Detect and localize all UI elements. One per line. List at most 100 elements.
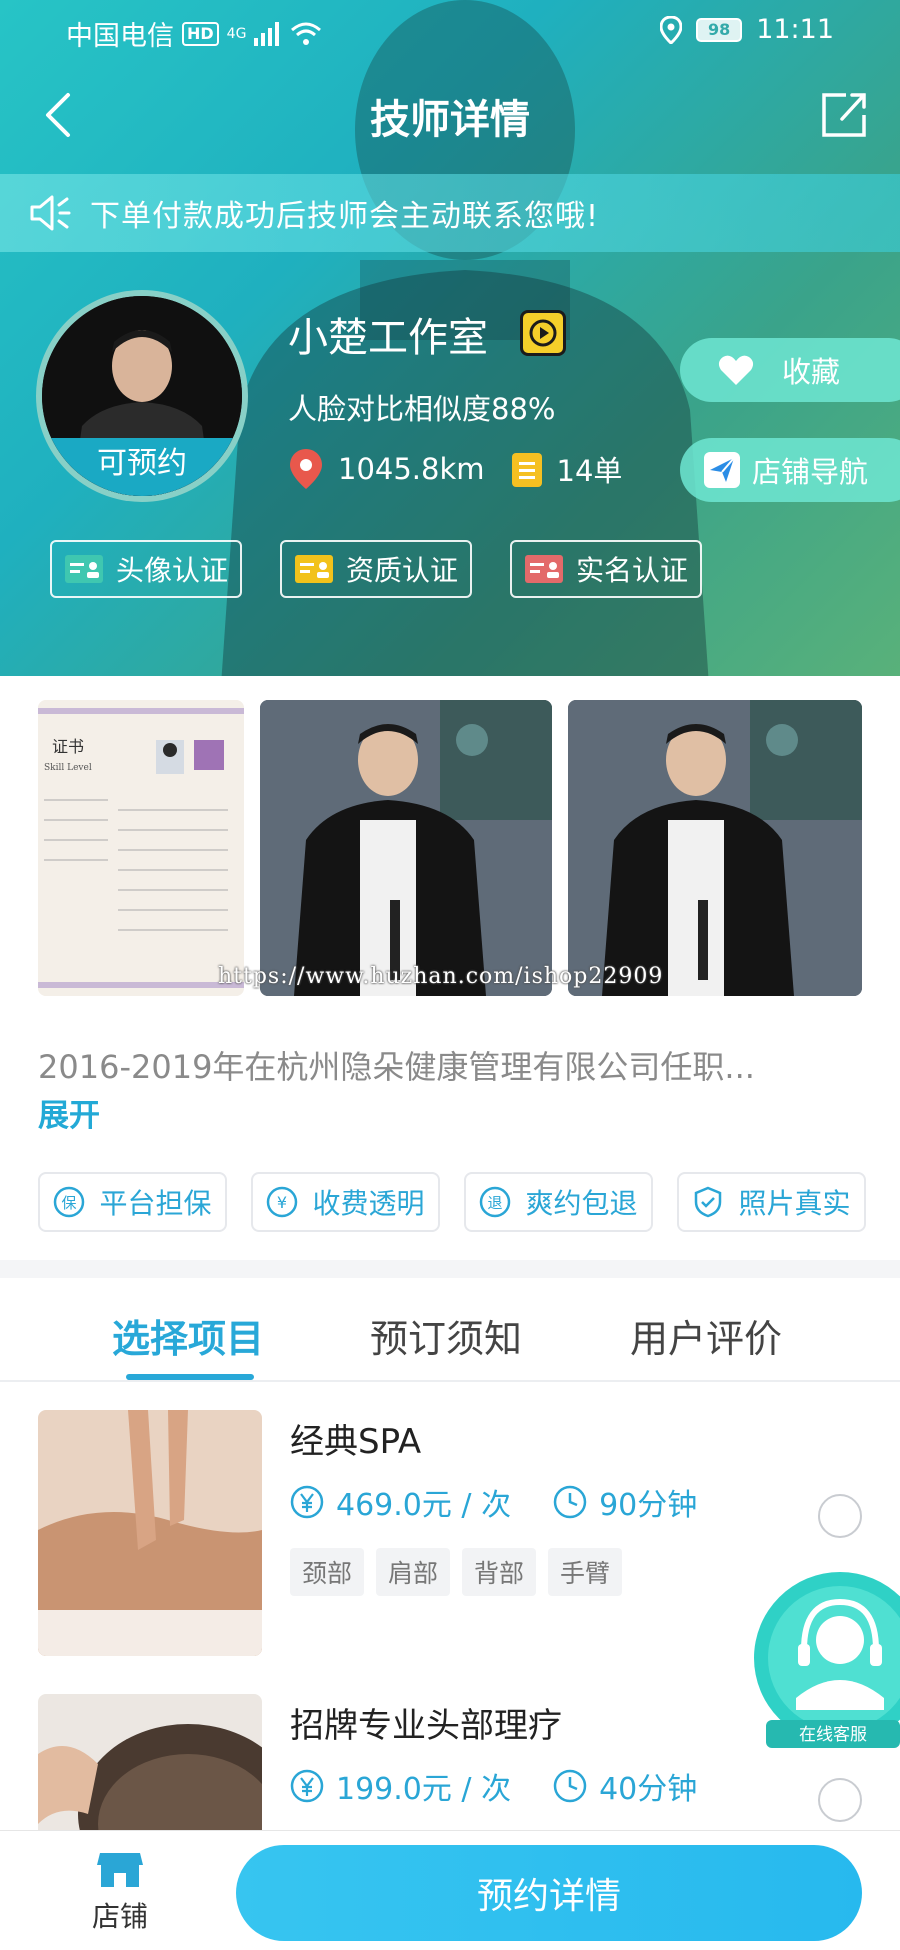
stats-row: 1045.8km 14单 (288, 448, 622, 490)
order-count: 14单 (556, 454, 623, 488)
certificate-photo[interactable]: 证书 Skill Level (38, 700, 244, 996)
service-duration: 90分钟 (599, 1488, 698, 1523)
navigation-plane-icon (704, 452, 740, 488)
clock: 11:11 (756, 14, 834, 45)
service-tags: 颈部 肩部 背部 手臂 (290, 1548, 623, 1596)
refund-icon: 退 (480, 1186, 511, 1218)
tab-bar: 选择项目 预订须知 用户评价 (0, 1278, 900, 1382)
tab-active-indicator (126, 1374, 254, 1380)
price-row: 199.0元 / 次 40分钟 (290, 1764, 697, 1808)
icon-glyph: 退 (488, 1194, 503, 1212)
tab-user-reviews[interactable]: 用户评价 (630, 1308, 782, 1363)
navigation-label: 店铺导航 (752, 455, 869, 489)
tab-select-service[interactable]: 选择项目 (112, 1308, 264, 1363)
technician-photo[interactable] (260, 700, 552, 996)
cert-realname: 实名认证 (510, 540, 703, 598)
status-bar: 中国电信 HD 4G 98 11:11 (0, 0, 900, 60)
avatar[interactable]: 可预约 (36, 290, 248, 502)
yuan-icon (290, 1769, 324, 1803)
cert-qualification: 资质认证 (280, 540, 473, 598)
bio-text: 2016-2019年在杭州隐朵健康管理有限公司任职... (38, 1048, 755, 1086)
guarantee-platform: 保 平台担保 (38, 1172, 227, 1232)
cert-avatar: 头像认证 (50, 540, 243, 598)
shield-guarantee-icon: 保 (54, 1186, 85, 1218)
signal-icon (254, 21, 280, 46)
availability-label: 可预约 (42, 438, 242, 496)
realname-card-icon (525, 555, 564, 583)
price-row: 469.0元 / 次 90分钟 (290, 1480, 697, 1524)
service-price: 199.0元 / 次 (336, 1772, 512, 1807)
nav-bar: 技师详情 (0, 75, 900, 155)
hero-header: 中国电信 HD 4G 98 11:11 技师详情 下单付款成功后技师会主动联系您… (0, 0, 900, 676)
certificate-sub: Skill Level (44, 763, 92, 773)
watermark: https://www.huzhan.com/ishop22909 (218, 964, 664, 989)
license-icon (295, 555, 334, 583)
guarantee-refund: 退 爽约包退 (464, 1172, 653, 1232)
cert-label: 资质认证 (346, 554, 459, 587)
service-price: 469.0元 / 次 (336, 1488, 512, 1523)
favorite-label: 收藏 (782, 355, 841, 389)
guarantee-tags: 保 平台担保 ¥ 收费透明 退 爽约包退 照片真实 (38, 1172, 866, 1232)
shop-icon (97, 1853, 143, 1887)
studio-name: 小楚工作室 (288, 315, 488, 361)
clock-icon (553, 1769, 587, 1803)
guarantee-label: 照片真实 (738, 1187, 851, 1220)
icon-glyph: ¥ (277, 1193, 287, 1212)
shop-tab[interactable]: 店铺 (80, 1851, 160, 1935)
tab-booking-notice[interactable]: 预订须知 (370, 1308, 522, 1363)
face-similarity: 人脸对比相似度88% (288, 392, 556, 426)
notice-banner: 下单付款成功后技师会主动联系您哦! (0, 174, 900, 252)
favorite-button[interactable]: 收藏 (680, 338, 900, 402)
online-support-button[interactable]: 在线客服 (748, 1572, 900, 1752)
store-navigation-button[interactable]: 店铺导航 (680, 438, 900, 502)
shop-label: 店铺 (91, 1900, 148, 1933)
online-support-label: 在线客服 (799, 1725, 867, 1745)
guarantee-real-photo: 照片真实 (677, 1172, 866, 1232)
network-label: 4G (226, 25, 247, 42)
photo-gallery: 证书 Skill Level https://www.huzhan.com/is… (0, 676, 900, 1016)
clock-icon (553, 1485, 587, 1519)
certifications: 头像认证 资质认证 实名认证 (50, 540, 703, 598)
yuan-icon: ¥ (267, 1186, 298, 1218)
service-duration: 40分钟 (599, 1772, 698, 1807)
shield-check-icon (695, 1186, 722, 1218)
cert-label: 实名认证 (576, 554, 689, 587)
yuan-icon (290, 1485, 324, 1519)
service-tag: 背部 (462, 1548, 537, 1596)
location-pin-icon (290, 449, 322, 489)
service-name: 经典SPA (290, 1422, 422, 1462)
wifi-icon (291, 22, 322, 45)
guarantee-label: 平台担保 (99, 1187, 212, 1220)
video-badge-icon[interactable] (520, 310, 566, 356)
guarantee-label: 爽约包退 (525, 1187, 638, 1220)
book-button[interactable]: 预约详情 (236, 1845, 862, 1941)
technician-detail-page: 中国电信 HD 4G 98 11:11 技师详情 下单付款成功后技师会主动联系您… (0, 0, 900, 1950)
expand-link[interactable]: 展开 (38, 1090, 100, 1135)
service-tag: 肩部 (376, 1548, 451, 1596)
orders-icon (511, 453, 542, 487)
heart-icon (718, 355, 754, 385)
distance: 1045.8km (338, 452, 485, 486)
service-select-radio[interactable] (818, 1778, 862, 1822)
service-tag: 手臂 (548, 1548, 623, 1596)
cert-label: 头像认证 (116, 554, 229, 587)
service-name: 招牌专业头部理疗 (290, 1706, 562, 1746)
location-status-icon (660, 15, 683, 44)
section-divider (0, 1260, 900, 1278)
certificate-heading: 证书 (52, 737, 84, 756)
icon-glyph: 保 (62, 1194, 77, 1212)
guarantee-pricing: ¥ 收费透明 (251, 1172, 440, 1232)
id-card-icon (65, 555, 103, 583)
carrier-label: 中国电信 (66, 21, 174, 52)
guarantee-label: 收费透明 (312, 1187, 425, 1220)
service-select-radio[interactable] (818, 1494, 862, 1538)
technician-photo[interactable] (568, 700, 862, 996)
speaker-icon (30, 195, 71, 231)
battery-indicator: 98 (696, 17, 743, 42)
share-icon[interactable] (816, 87, 872, 143)
hd-badge: HD (182, 21, 219, 46)
bottom-action-bar: 店铺 预约详情 (0, 1830, 900, 1950)
notice-text: 下单付款成功后技师会主动联系您哦! (90, 199, 600, 234)
service-tag: 颈部 (290, 1548, 365, 1596)
page-title: 技师详情 (370, 97, 530, 143)
